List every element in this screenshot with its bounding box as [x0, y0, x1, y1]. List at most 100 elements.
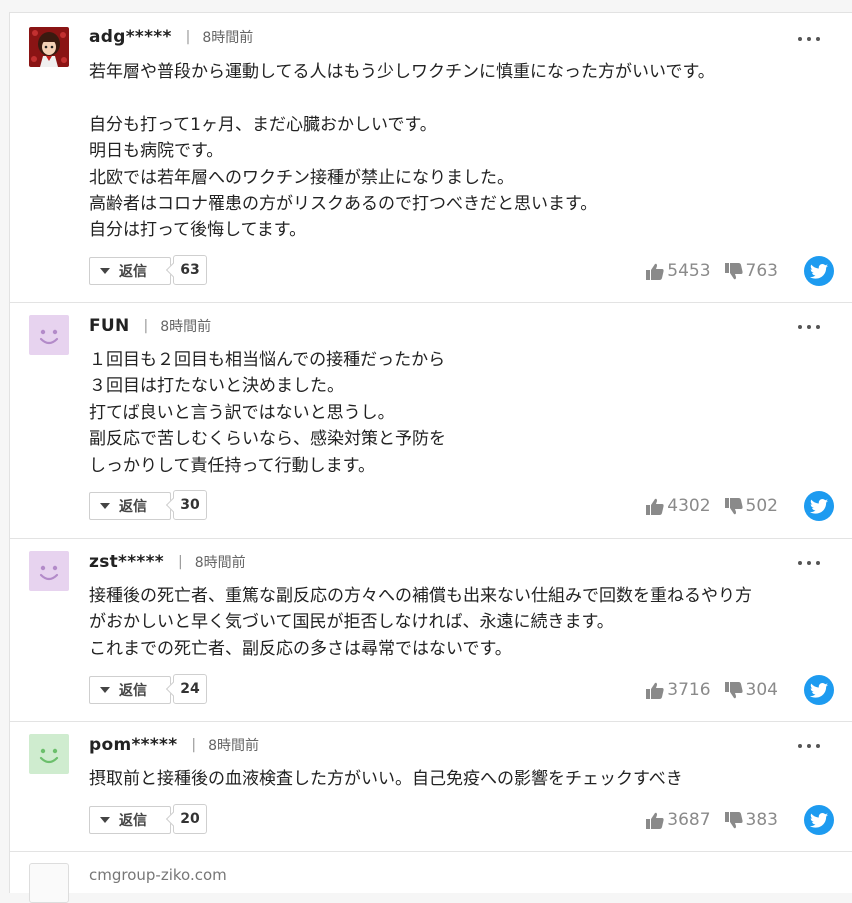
smiley-face-icon: [29, 315, 69, 355]
comment-line: 摂取前と接種後の血液検査した方がいい。自己免疫への影響をチェックすべき: [89, 769, 683, 789]
comment-text: 若年層や普段から運動してる人はもう少しワクチンに慎重になった方がいいです。 自分…: [89, 59, 834, 244]
user-avatar[interactable]: [29, 315, 69, 355]
reply-button[interactable]: 返信: [89, 676, 171, 704]
dislike-count: 502: [745, 496, 778, 516]
user-avatar[interactable]: [29, 734, 69, 774]
like-count: 5453: [667, 261, 711, 281]
comment-line: 北欧では若年層へのワクチン接種が禁止になりました。: [89, 167, 514, 188]
user-avatar[interactable]: [29, 863, 69, 903]
comment-item: FUN | 8時間前 １回目も２回目も相当悩んでの接種だったから ３回目は打たな…: [10, 302, 852, 539]
comment-footer: 返信 63 5453 763: [89, 255, 834, 289]
reply-count[interactable]: 20: [173, 804, 207, 834]
thumbs-down-icon: [724, 497, 743, 514]
like-button[interactable]: 4302: [646, 496, 711, 516]
twitter-bird-icon: [810, 682, 828, 698]
username[interactable]: zst*****: [89, 552, 164, 572]
separator: |: [191, 737, 197, 753]
comment-line: 副反応で苦しむくらいなら、感染対策と予防を: [89, 429, 446, 450]
like-button[interactable]: 3716: [646, 680, 711, 700]
reply-button[interactable]: 返信: [89, 806, 171, 834]
like-button[interactable]: 3687: [646, 810, 711, 830]
comment-line: 打てば良いと言う訳ではないと思うし。: [89, 402, 395, 423]
reply-button[interactable]: 返信: [89, 492, 171, 520]
comment-line: ３回目は打たないと決めました。: [89, 376, 344, 397]
thumbs-down-icon: [724, 811, 743, 828]
comment-line: [89, 85, 834, 111]
comment-header: FUN | 8時間前: [89, 314, 211, 338]
vote-area: 4302 502: [646, 494, 778, 518]
like-count: 3716: [667, 680, 711, 700]
dislike-count: 383: [745, 810, 778, 830]
dislike-button[interactable]: 383: [724, 810, 778, 830]
timestamp: 8時間前: [160, 319, 212, 335]
reply-count[interactable]: 30: [173, 490, 207, 520]
comment-header: adg***** | 8時間前: [89, 25, 253, 49]
username[interactable]: adg*****: [89, 27, 172, 47]
more-options-icon[interactable]: [798, 741, 820, 751]
timestamp: 8時間前: [202, 30, 254, 46]
comment-header: pom***** | 8時間前: [89, 733, 259, 757]
reply-label: 返信: [119, 683, 147, 699]
username[interactable]: pom*****: [89, 735, 177, 755]
twitter-bird-icon: [810, 812, 828, 828]
illustrated-avatar-icon: [29, 27, 69, 67]
smiley-face-icon: [29, 734, 69, 774]
reply-label: 返信: [119, 813, 147, 829]
comment-footer: 返信 24 3716 304: [89, 674, 834, 708]
comment-line: しっかりして責任持って行動します。: [89, 455, 375, 476]
timestamp: 8時間前: [194, 555, 246, 571]
user-avatar[interactable]: [29, 27, 69, 67]
thumbs-up-icon: [646, 263, 664, 280]
comment-footer: 返信 30 4302 502: [89, 490, 834, 524]
dislike-button[interactable]: 304: [724, 680, 778, 700]
comment-line: 高齢者はコロナ罹患の方がリスクあるので打つべきだと思います。: [89, 194, 598, 215]
more-options-icon[interactable]: [798, 558, 820, 568]
thumbs-up-icon: [646, 682, 664, 699]
comment-header: zst***** | 8時間前: [89, 550, 246, 574]
twitter-share-button[interactable]: [804, 256, 834, 286]
reply-label: 返信: [119, 264, 147, 280]
vote-area: 3687 383: [646, 808, 778, 832]
more-options-icon[interactable]: [798, 34, 820, 44]
smiley-face-icon: [29, 551, 69, 591]
like-count: 3687: [667, 810, 711, 830]
dislike-count: 304: [745, 680, 778, 700]
comment-text: 摂取前と接種後の血液検査した方がいい。自己免疫への影響をチェックすべき: [89, 766, 834, 792]
comment-line: がおかしいと早く気づいて国民が拒否しなければ、永遠に続きます。: [89, 612, 614, 633]
comment-text: １回目も２回目も相当悩んでの接種だったから ３回目は打たないと決めました。 打て…: [89, 347, 834, 479]
thumbs-down-icon: [724, 681, 743, 698]
reply-button[interactable]: 返信: [89, 257, 171, 285]
dislike-button[interactable]: 502: [724, 496, 778, 516]
comment-line: 若年層や普段から運動してる人はもう少しワクチンに慎重になった方がいいです。: [89, 62, 715, 82]
separator: |: [143, 318, 149, 334]
username[interactable]: cmgroup-ziko.com: [89, 866, 227, 884]
comment-line: 接種後の死亡者、重篤な副反応の方々への補償も出来ない仕組みで回数を重ねるやり方: [89, 586, 752, 606]
twitter-share-button[interactable]: [804, 805, 834, 835]
comment-item: adg***** | 8時間前 若年層や普段から運動してる人はもう少しワクチンに…: [10, 13, 852, 303]
twitter-bird-icon: [810, 498, 828, 514]
like-button[interactable]: 5453: [646, 261, 711, 281]
timestamp: 8時間前: [208, 738, 260, 754]
comment-line: 自分も打って1ヶ月、まだ心臓おかしいです。: [89, 114, 437, 135]
thumbs-up-icon: [646, 498, 664, 515]
comment-line: これまでの死亡者、副反応の多さは尋常ではないです。: [89, 638, 512, 659]
user-avatar[interactable]: [29, 551, 69, 591]
reply-count[interactable]: 63: [173, 255, 207, 285]
twitter-share-button[interactable]: [804, 675, 834, 705]
more-options-icon[interactable]: [798, 322, 820, 332]
username[interactable]: FUN: [89, 316, 130, 336]
comment-line: 明日も病院です。: [89, 141, 224, 162]
comment-line: １回目も２回目も相当悩んでの接種だったから: [89, 350, 446, 370]
chevron-down-icon: [100, 503, 110, 509]
thumbs-down-icon: [724, 262, 743, 279]
twitter-bird-icon: [810, 263, 828, 279]
reply-count[interactable]: 24: [173, 674, 207, 704]
thumbs-up-icon: [646, 812, 664, 829]
dislike-button[interactable]: 763: [724, 261, 778, 281]
comment-text: 接種後の死亡者、重篤な副反応の方々への補償も出来ない仕組みで回数を重ねるやり方 …: [89, 583, 834, 662]
chevron-down-icon: [100, 817, 110, 823]
twitter-share-button[interactable]: [804, 491, 834, 521]
vote-area: 5453 763: [646, 259, 778, 283]
separator: |: [185, 29, 191, 45]
dislike-count: 763: [745, 261, 778, 281]
